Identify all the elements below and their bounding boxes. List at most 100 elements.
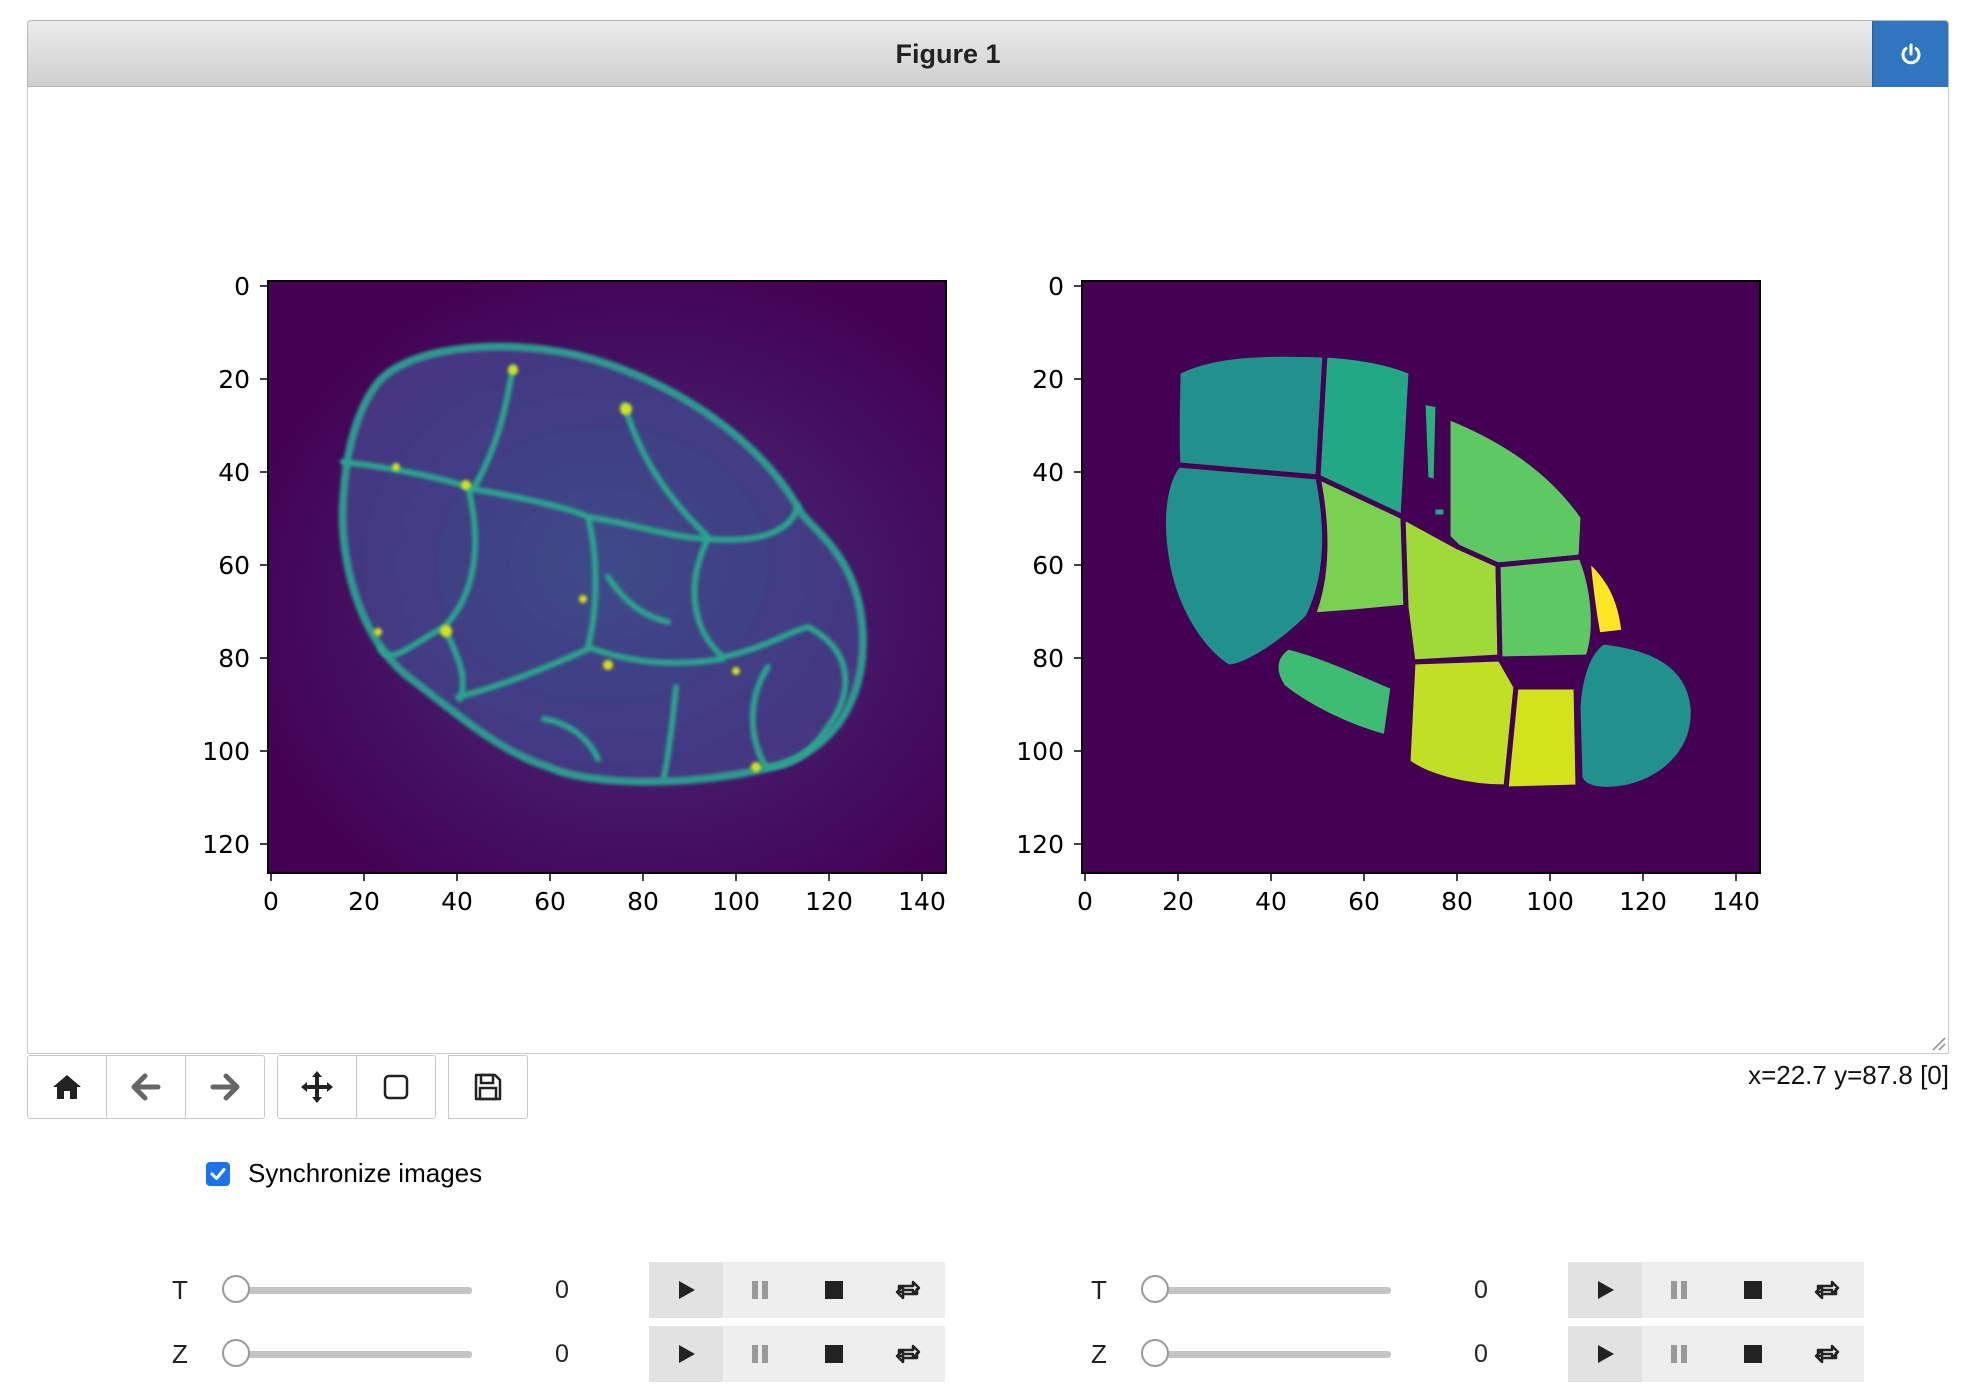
pause-icon (752, 1281, 768, 1299)
stop-icon (825, 1281, 843, 1299)
repeat-icon (1814, 1344, 1840, 1364)
slider-handle[interactable] (1141, 1339, 1169, 1367)
stop-button[interactable] (797, 1262, 871, 1318)
stop-button[interactable] (1716, 1326, 1790, 1382)
t-player (1568, 1262, 1864, 1318)
pause-icon (752, 1345, 768, 1363)
slider-handle[interactable] (1141, 1275, 1169, 1303)
raw-ytick-label: 20 (218, 365, 250, 394)
label-xtick-label: 100 (1526, 887, 1574, 916)
label-xtick-label: 80 (1441, 887, 1473, 916)
back-button[interactable] (106, 1055, 186, 1119)
raw-xtick-label: 120 (805, 887, 853, 916)
pause-icon (1671, 1281, 1687, 1299)
label-ytick-label: 120 (1016, 830, 1064, 859)
sync-option[interactable]: Synchronize images (206, 1158, 482, 1189)
play-icon (679, 1345, 695, 1363)
slider-track (1155, 1351, 1391, 1358)
save-button[interactable] (448, 1055, 528, 1119)
raw-image-x-ticks (270, 873, 923, 881)
save-group (448, 1055, 528, 1121)
arrow-left-icon (131, 1073, 161, 1101)
t-slider[interactable] (222, 1262, 472, 1318)
arrow-right-icon (210, 1073, 240, 1101)
play-button[interactable] (649, 1326, 723, 1382)
z-slider[interactable] (222, 1326, 472, 1382)
forward-button[interactable] (185, 1055, 265, 1119)
repeat-button[interactable] (1790, 1262, 1864, 1318)
slider-track (236, 1351, 472, 1358)
raw-xtick-label: 80 (627, 887, 659, 916)
repeat-icon (895, 1344, 921, 1364)
stop-icon (1744, 1345, 1762, 1363)
t-value: 0 (555, 1276, 569, 1304)
t-value: 0 (1474, 1276, 1488, 1304)
raw-ytick-label: 80 (218, 644, 250, 673)
interaction-group (277, 1055, 436, 1121)
play-button[interactable] (1568, 1262, 1642, 1318)
sync-label: Synchronize images (248, 1158, 483, 1188)
play-button[interactable] (1568, 1326, 1642, 1382)
pause-button[interactable] (723, 1326, 797, 1382)
play-icon (1598, 1345, 1614, 1363)
right-z-control: Z 0 (1091, 1326, 1871, 1382)
label-image-x-ticks (1084, 873, 1737, 881)
raw-ytick-label: 120 (202, 830, 250, 859)
slider-handle[interactable] (222, 1275, 250, 1303)
z-slider[interactable] (1141, 1326, 1391, 1382)
figure-titlebar: Figure 1 (27, 20, 1949, 87)
power-button[interactable] (1872, 21, 1948, 87)
label-xtick-label: 0 (1077, 887, 1093, 916)
t-slider[interactable] (1141, 1262, 1391, 1318)
cursor-coordinates: x=22.7 y=87.8 [0] (1748, 1060, 1949, 1090)
zoom-rect-button[interactable] (356, 1055, 436, 1119)
z-label: Z (1091, 1339, 1107, 1369)
repeat-icon (895, 1280, 921, 1300)
right-t-control: T 0 (1091, 1262, 1871, 1318)
raw-xtick-label: 0 (263, 887, 279, 916)
raw-xtick-label: 60 (534, 887, 566, 916)
sync-checkbox[interactable] (206, 1161, 230, 1186)
raw-xtick-label: 100 (712, 887, 760, 916)
figure-canvas[interactable]: 0 20 40 60 80 100 120 0 20 40 60 80 100 … (27, 87, 1949, 1054)
label-image-axes[interactable]: 0 20 40 60 80 100 120 0 20 40 60 80 100 … (1016, 272, 1761, 916)
stop-icon (1744, 1281, 1762, 1299)
raw-ytick-label: 60 (218, 551, 250, 580)
label-xtick-label: 20 (1162, 887, 1194, 916)
t-player (649, 1262, 945, 1318)
pause-button[interactable] (1642, 1326, 1716, 1382)
raw-image-y-ticks (260, 285, 268, 845)
left-t-control: T 0 (172, 1262, 952, 1318)
slider-handle[interactable] (222, 1339, 250, 1367)
figure-toolbar (27, 1055, 540, 1121)
label-xtick-label: 140 (1712, 887, 1760, 916)
repeat-button[interactable] (871, 1326, 945, 1382)
play-icon (1598, 1281, 1614, 1299)
label-ytick-label: 20 (1032, 365, 1064, 394)
pause-button[interactable] (1642, 1262, 1716, 1318)
home-button[interactable] (27, 1055, 107, 1119)
move-icon (301, 1071, 333, 1103)
repeat-button[interactable] (1790, 1326, 1864, 1382)
home-icon (53, 1075, 81, 1099)
raw-xtick-label: 20 (348, 887, 380, 916)
label-ytick-label: 0 (1048, 272, 1064, 301)
raw-xtick-label: 140 (898, 887, 946, 916)
raw-ytick-label: 0 (234, 272, 250, 301)
left-z-control: Z 0 (172, 1326, 952, 1382)
floppy-icon (474, 1073, 502, 1101)
label-ytick-label: 100 (1016, 737, 1064, 766)
stop-button[interactable] (1716, 1262, 1790, 1318)
resize-grip-icon[interactable] (1930, 1035, 1946, 1051)
label-ytick-label: 80 (1032, 644, 1064, 673)
raw-xtick-label: 40 (441, 887, 473, 916)
stop-button[interactable] (797, 1326, 871, 1382)
z-label: Z (172, 1339, 188, 1369)
pan-button[interactable] (277, 1055, 357, 1119)
z-value: 0 (1474, 1340, 1488, 1368)
repeat-button[interactable] (871, 1262, 945, 1318)
figure-title: Figure 1 (895, 39, 1001, 69)
play-button[interactable] (649, 1262, 723, 1318)
pause-button[interactable] (723, 1262, 797, 1318)
raw-image-axes[interactable]: 0 20 40 60 80 100 120 0 20 40 60 80 100 … (202, 272, 947, 916)
